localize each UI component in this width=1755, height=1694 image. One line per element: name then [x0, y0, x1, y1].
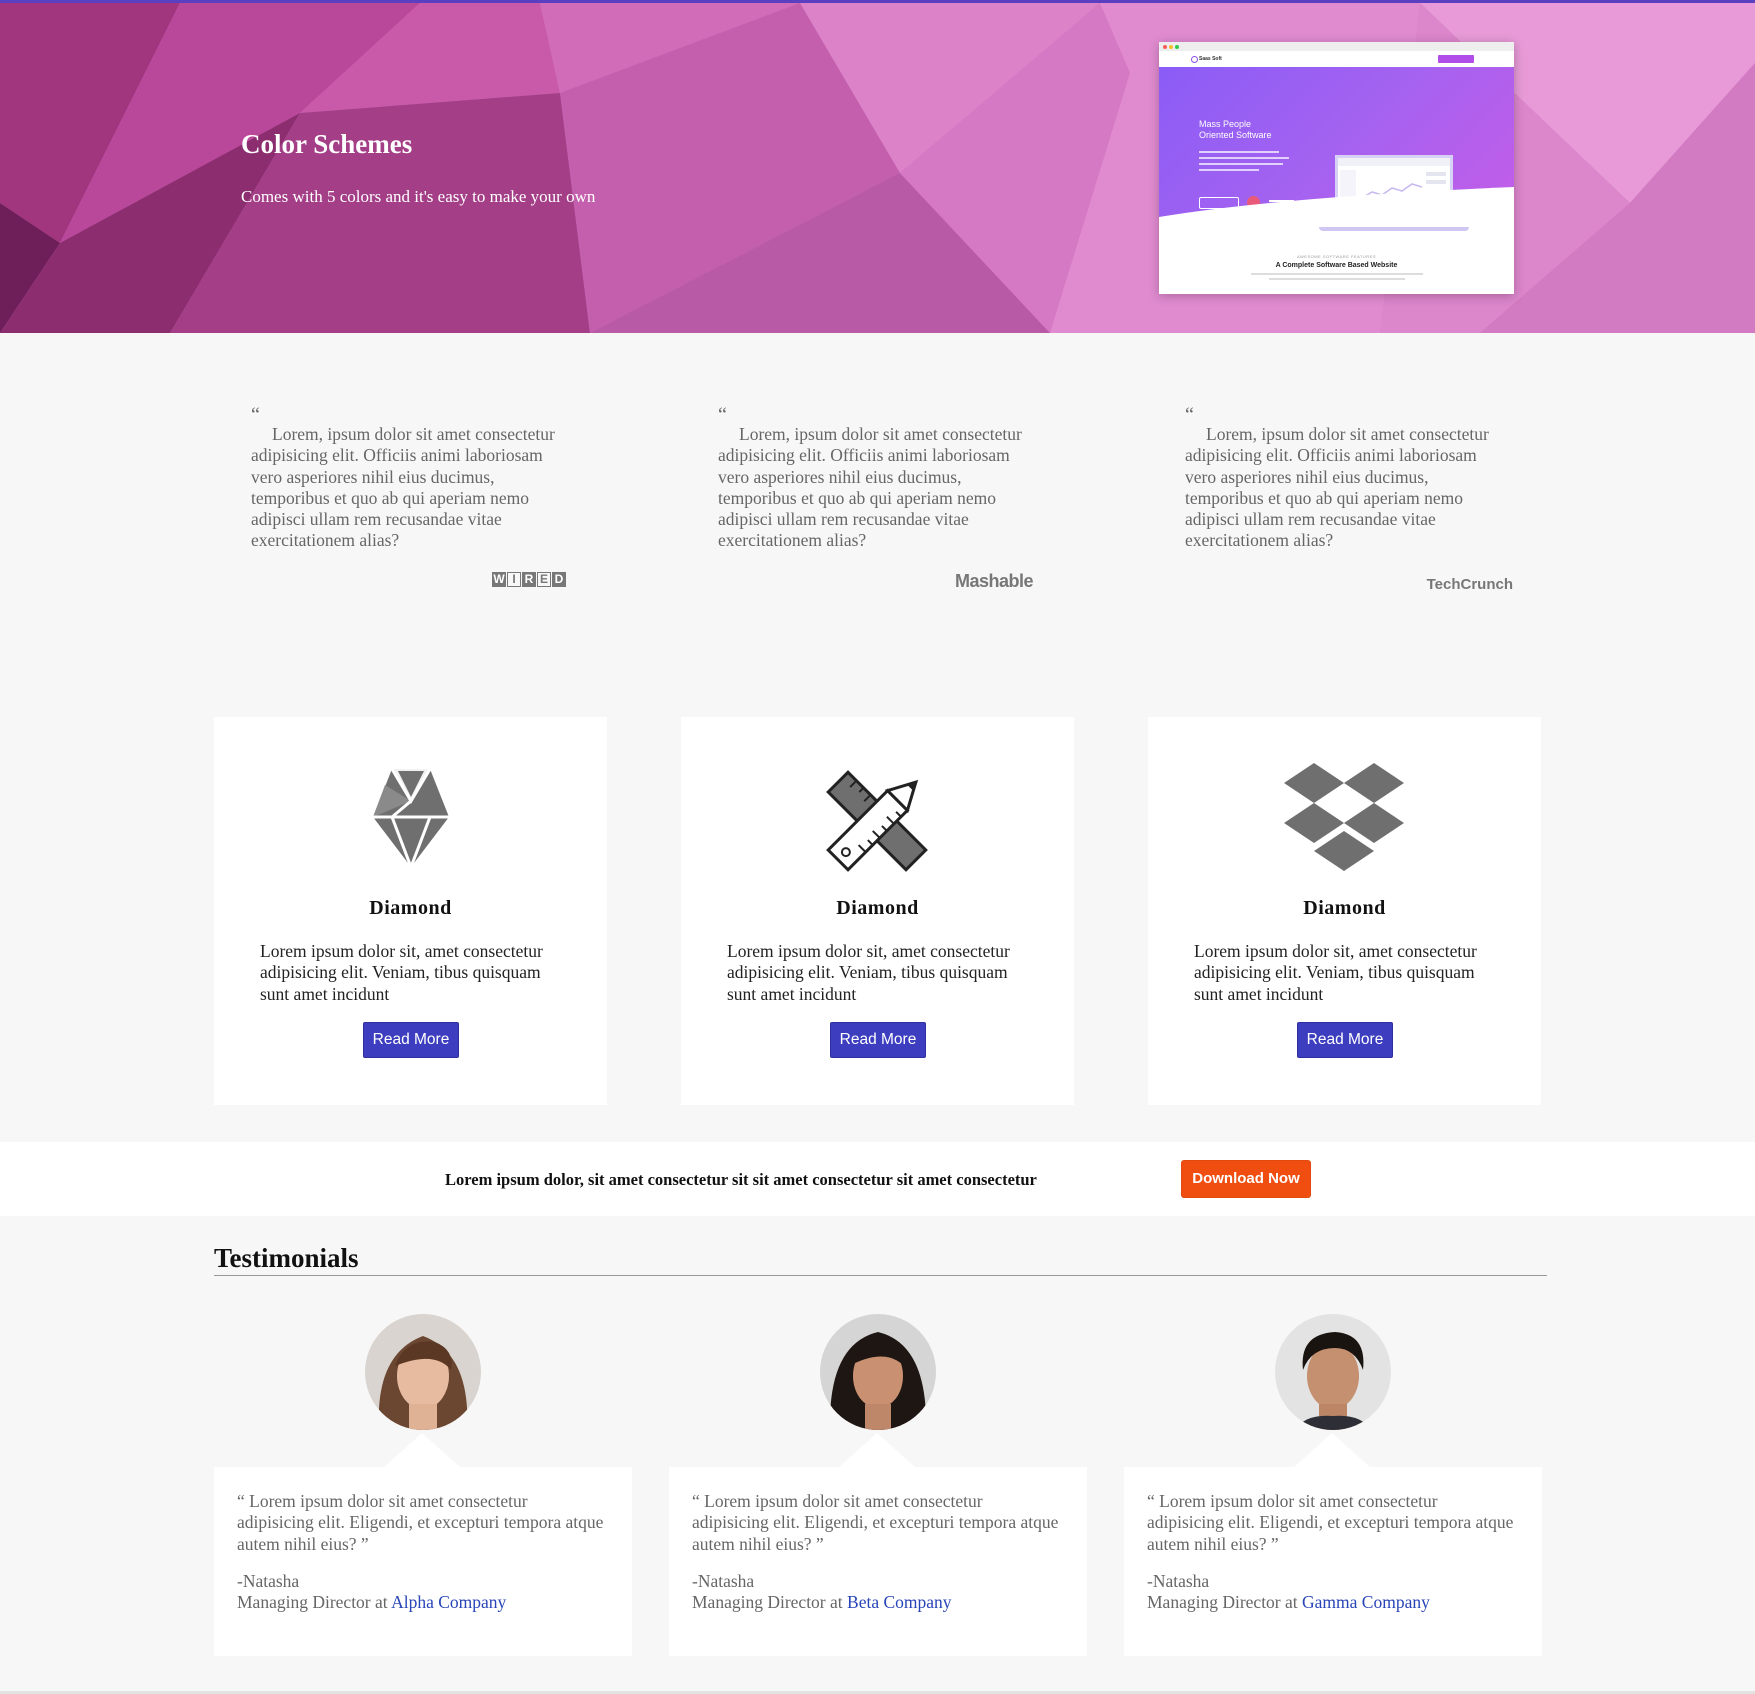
press-quote-text: Lorem, ipsum dolor sit amet consectetur …: [1185, 424, 1489, 551]
download-cta-strip: Lorem ipsum dolor, sit amet consectetur …: [0, 1142, 1755, 1216]
press-quote-text: Lorem, ipsum dolor sit amet consectetur …: [251, 424, 555, 551]
testimonial-quote: “ Lorem ipsum dolor sit amet consectetur…: [1147, 1491, 1514, 1554]
download-now-button[interactable]: Download Now: [1182, 1161, 1310, 1197]
wired-logo: WIRED: [492, 572, 566, 587]
avatar: [365, 1314, 481, 1430]
read-more-button[interactable]: Read More: [1297, 1022, 1393, 1058]
testimonial-quote: “ Lorem ipsum dolor sit amet consectetur…: [692, 1491, 1059, 1554]
testimonial-role: Managing Director at Gamma Company: [1147, 1592, 1430, 1612]
company-link[interactable]: Beta Company: [847, 1592, 952, 1612]
preview-logo-icon: [1191, 56, 1198, 63]
feature-text: Lorem ipsum dolor sit, amet consectetur …: [260, 941, 543, 1004]
testimonial-name: -Natasha: [237, 1571, 300, 1591]
hero-subtitle: Comes with 5 colors and it's easy to mak…: [241, 187, 596, 206]
divider: [214, 1275, 1547, 1276]
press-quote: “ Lorem, ipsum dolor sit amet consectetu…: [1185, 404, 1513, 593]
company-link[interactable]: Alpha Company: [391, 1592, 506, 1612]
testimonial-card: “ Lorem ipsum dolor sit amet consectetur…: [1124, 1433, 1542, 1656]
testimonials-heading: Testimonials: [214, 1243, 359, 1273]
testimonial-role: Managing Director at Alpha Company: [237, 1592, 507, 1612]
techcrunch-logo: TechCrunch: [1426, 576, 1513, 593]
feature-card: Diamond Lorem ipsum dolor sit, amet cons…: [1148, 717, 1541, 1105]
testimonial-role: Managing Director at Beta Company: [692, 1592, 952, 1612]
feature-title: Diamond: [1303, 897, 1386, 919]
testimonial-card: “ Lorem ipsum dolor sit amet consectetur…: [214, 1433, 632, 1656]
mashable-logo: Mashable: [954, 571, 1034, 591]
ruler-pencil-icon: [681, 761, 1074, 881]
preview-section-title: A Complete Software Based Website: [1275, 262, 1398, 269]
feature-title: Diamond: [836, 897, 919, 919]
feature-card: Diamond Lorem ipsum dolor sit, amet cons…: [214, 717, 607, 1105]
company-link[interactable]: Gamma Company: [1302, 1592, 1430, 1612]
preview-navbar: Saas Soft: [1159, 51, 1514, 70]
cta-text: Lorem ipsum dolor, sit amet consectetur …: [445, 1170, 1037, 1189]
press-quote-text: Lorem, ipsum dolor sit amet consectetur …: [718, 424, 1022, 551]
testimonial-name: -Natasha: [692, 1571, 755, 1591]
feature-card: Diamond Lorem ipsum dolor sit, amet cons…: [681, 717, 1074, 1105]
quote-mark: “: [251, 404, 260, 426]
press-quote: “ Lorem, ipsum dolor sit amet consectetu…: [718, 404, 1034, 591]
hero-title: Color Schemes: [241, 129, 413, 159]
press-quote: “ Lorem, ipsum dolor sit amet consectetu…: [251, 404, 566, 587]
preview-section-tag: AWESOME SOFTWARE FEATURES: [1296, 254, 1377, 259]
testimonial-card: “ Lorem ipsum dolor sit amet consectetur…: [669, 1433, 1087, 1656]
testimonial-name: -Natasha: [1147, 1571, 1210, 1591]
website-preview-screenshot: Saas Soft Mass People Oriented Software: [1159, 42, 1514, 294]
preview-headline: Mass People Oriented Software: [1199, 119, 1272, 140]
preview-browser-bar: [1159, 42, 1514, 51]
preview-logo: Saas Soft: [1199, 56, 1222, 62]
testimonial-quote: “ Lorem ipsum dolor sit amet consectetur…: [237, 1491, 604, 1554]
quote-mark: “: [718, 404, 727, 426]
feature-title: Diamond: [369, 897, 452, 919]
feature-text: Lorem ipsum dolor sit, amet consectetur …: [727, 941, 1010, 1004]
diamond-icon: [214, 761, 607, 881]
quote-mark: “: [1185, 404, 1194, 426]
preview-hero: Mass People Oriented Software: [1159, 67, 1514, 231]
read-more-button[interactable]: Read More: [363, 1022, 459, 1058]
avatar: [1275, 1314, 1391, 1430]
read-more-button[interactable]: Read More: [830, 1022, 926, 1058]
feature-text: Lorem ipsum dolor sit, amet consectetur …: [1194, 941, 1477, 1004]
dropbox-icon: [1148, 761, 1541, 881]
avatar: [820, 1314, 936, 1430]
hero-banner: Color Schemes Comes with 5 colors and it…: [0, 3, 1755, 333]
